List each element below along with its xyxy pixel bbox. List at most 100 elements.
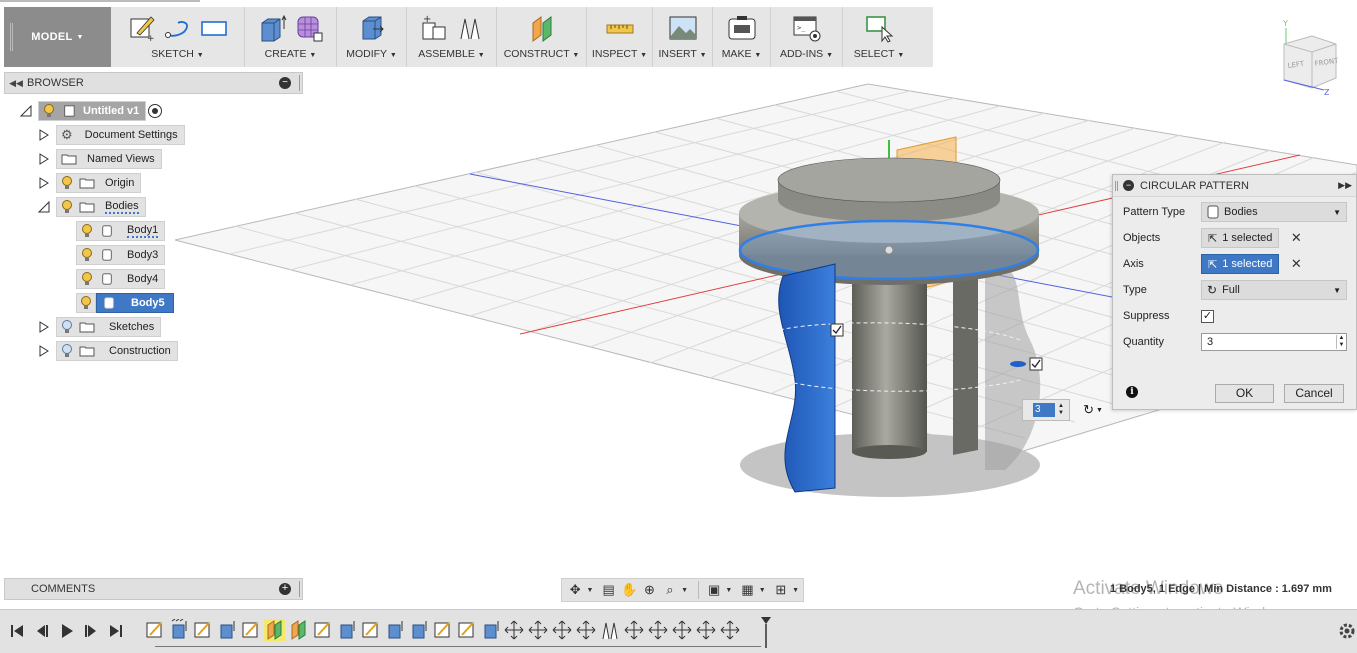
new-component-icon[interactable]: +: [419, 13, 449, 43]
visibility-bulb-icon[interactable]: [43, 104, 55, 118]
tree-item-named-views[interactable]: Named Views: [38, 149, 162, 169]
tree-item-body3[interactable]: Body3: [76, 245, 166, 265]
fit-zoom-icon[interactable]: ⌕: [661, 580, 679, 600]
visibility-bulb-icon[interactable]: [81, 272, 93, 286]
clear-axis-icon[interactable]: ✕: [1289, 256, 1303, 272]
timeline-extrude-icon[interactable]: [216, 619, 237, 641]
pattern-type-select[interactable]: Bodies ▼: [1201, 202, 1347, 222]
step-forward-icon[interactable]: [82, 622, 100, 640]
dialog-grip[interactable]: [1115, 181, 1118, 191]
ok-button[interactable]: OK: [1215, 384, 1274, 403]
timeline-move-icon[interactable]: [528, 619, 549, 641]
tree-item-construction[interactable]: Construction: [38, 341, 178, 361]
expanded-triangle-icon[interactable]: [20, 105, 32, 117]
make-group[interactable]: MAKE ▼: [713, 7, 771, 67]
instance-check-2[interactable]: [1029, 357, 1043, 371]
timeline-settings-gear-icon[interactable]: [1338, 622, 1356, 640]
timeline-marker[interactable]: [760, 614, 772, 650]
tree-item-body1[interactable]: Body1: [76, 221, 166, 241]
quantity-input[interactable]: 3 ▲ ▼: [1201, 333, 1347, 351]
sketch-group[interactable]: + SKETCH ▼: [111, 7, 245, 67]
timeline-sketch-icon[interactable]: [192, 619, 213, 641]
timeline-move-icon[interactable]: [504, 619, 525, 641]
add-comment-icon[interactable]: +: [279, 583, 291, 595]
chevron-down-icon[interactable]: ▼: [725, 587, 732, 594]
minimize-browser-icon[interactable]: −: [279, 77, 291, 89]
timeline-sketch-icon[interactable]: [360, 619, 381, 641]
construct-group[interactable]: CONSTRUCT ▼: [497, 7, 587, 67]
toolbar-grip[interactable]: [10, 23, 13, 51]
dialog-header[interactable]: − CIRCULAR PATTERN ▶▶: [1113, 175, 1356, 197]
collapsed-triangle-icon[interactable]: [38, 153, 50, 165]
viewports-icon[interactable]: ⊞: [772, 580, 790, 600]
collapsed-triangle-icon[interactable]: [38, 129, 50, 141]
browser-header[interactable]: ◀◀ BROWSER −: [4, 72, 303, 94]
collapsed-triangle-icon[interactable]: [38, 321, 50, 333]
quantity-stepper[interactable]: ▲ ▼: [1336, 335, 1346, 349]
timeline-move-icon[interactable]: [648, 619, 669, 641]
tree-item-sketches[interactable]: Sketches: [38, 317, 162, 337]
activate-radio-icon[interactable]: [148, 104, 163, 118]
rectangle-tool-icon[interactable]: [199, 13, 229, 43]
look-at-icon[interactable]: ▤: [599, 580, 617, 600]
timeline-plane-icon[interactable]: [264, 619, 285, 641]
workspace-switcher[interactable]: MODEL ▼: [4, 7, 111, 67]
suppress-checkbox[interactable]: ✓: [1201, 309, 1214, 323]
select-group[interactable]: SELECT ▼: [843, 7, 915, 67]
timeline-move-icon[interactable]: [624, 619, 645, 641]
tree-item-body5[interactable]: Body5: [76, 293, 174, 313]
go-to-end-icon[interactable]: [107, 622, 125, 640]
timeline-sketch-icon[interactable]: [240, 619, 261, 641]
timeline-extrude-icon[interactable]: [336, 619, 357, 641]
extrude-icon[interactable]: [258, 13, 288, 43]
timeline-move-icon[interactable]: [720, 619, 741, 641]
go-to-start-icon[interactable]: [8, 622, 26, 640]
objects-selector[interactable]: ⇱ 1 selected: [1201, 228, 1280, 248]
grid-settings-icon[interactable]: ▦: [738, 580, 756, 600]
comments-panel[interactable]: COMMENTS +: [4, 578, 303, 600]
timeline-move-icon[interactable]: [672, 619, 693, 641]
visibility-bulb-icon[interactable]: [80, 296, 92, 310]
visibility-bulb-icon[interactable]: [81, 248, 93, 262]
timeline-sketch-icon[interactable]: [456, 619, 477, 641]
inspect-group[interactable]: INSPECT ▼: [587, 7, 653, 67]
canvas-quantity-stepper[interactable]: ▲ ▼: [1058, 403, 1064, 417]
clear-objects-icon[interactable]: ✕: [1289, 230, 1303, 246]
collapse-browser-icon[interactable]: ◀◀: [5, 78, 27, 89]
modify-group[interactable]: MODIFY ▼: [337, 7, 407, 67]
offset-plane-icon[interactable]: [527, 13, 557, 43]
timeline-sketch-icon[interactable]: [144, 619, 165, 641]
timeline-plane-icon[interactable]: [288, 619, 309, 641]
measure-icon[interactable]: [605, 13, 635, 43]
tree-item-bodies[interactable]: Bodies: [38, 197, 146, 217]
canvas-quantity-input[interactable]: 3 ▲ ▼: [1022, 399, 1070, 421]
timeline-sketch-icon[interactable]: [432, 619, 453, 641]
timeline-extrude-icon[interactable]: [168, 619, 189, 641]
chevron-down-icon[interactable]: ▼: [792, 587, 799, 594]
create-group[interactable]: CREATE ▼: [245, 7, 337, 67]
tree-item-origin[interactable]: Origin: [38, 173, 142, 193]
assemble-group[interactable]: + ASSEMBLE ▼: [407, 7, 497, 67]
play-icon[interactable]: [58, 622, 76, 640]
3d-print-icon[interactable]: [727, 13, 757, 43]
chevron-down-icon[interactable]: ▼: [586, 587, 593, 594]
collapsed-triangle-icon[interactable]: [38, 345, 50, 357]
expanded-triangle-icon[interactable]: [38, 201, 50, 213]
chevron-down-icon[interactable]: ▼: [759, 587, 766, 594]
timeline-extrude-icon[interactable]: [384, 619, 405, 641]
timeline-sketch-icon[interactable]: [312, 619, 333, 641]
form-icon[interactable]: [294, 13, 324, 43]
rotation-direction-icon[interactable]: ↻ ▼: [1076, 399, 1110, 421]
visibility-bulb-off-icon[interactable]: [61, 320, 73, 334]
viewcube[interactable]: Y LEFT FRONT Z: [1274, 16, 1344, 96]
display-settings-icon[interactable]: ▣: [705, 580, 723, 600]
tree-item-document-settings[interactable]: ⚙ Document Settings: [38, 125, 185, 145]
insert-group[interactable]: INSERT ▼: [653, 7, 713, 67]
timeline-extrude-icon[interactable]: [480, 619, 501, 641]
instance-check-1[interactable]: [830, 323, 844, 337]
tree-item-body4[interactable]: Body4: [76, 269, 166, 289]
joint-icon[interactable]: [455, 13, 485, 43]
timeline-move-icon[interactable]: [696, 619, 717, 641]
visibility-bulb-icon[interactable]: [61, 200, 73, 214]
collapsed-triangle-icon[interactable]: [38, 177, 50, 189]
